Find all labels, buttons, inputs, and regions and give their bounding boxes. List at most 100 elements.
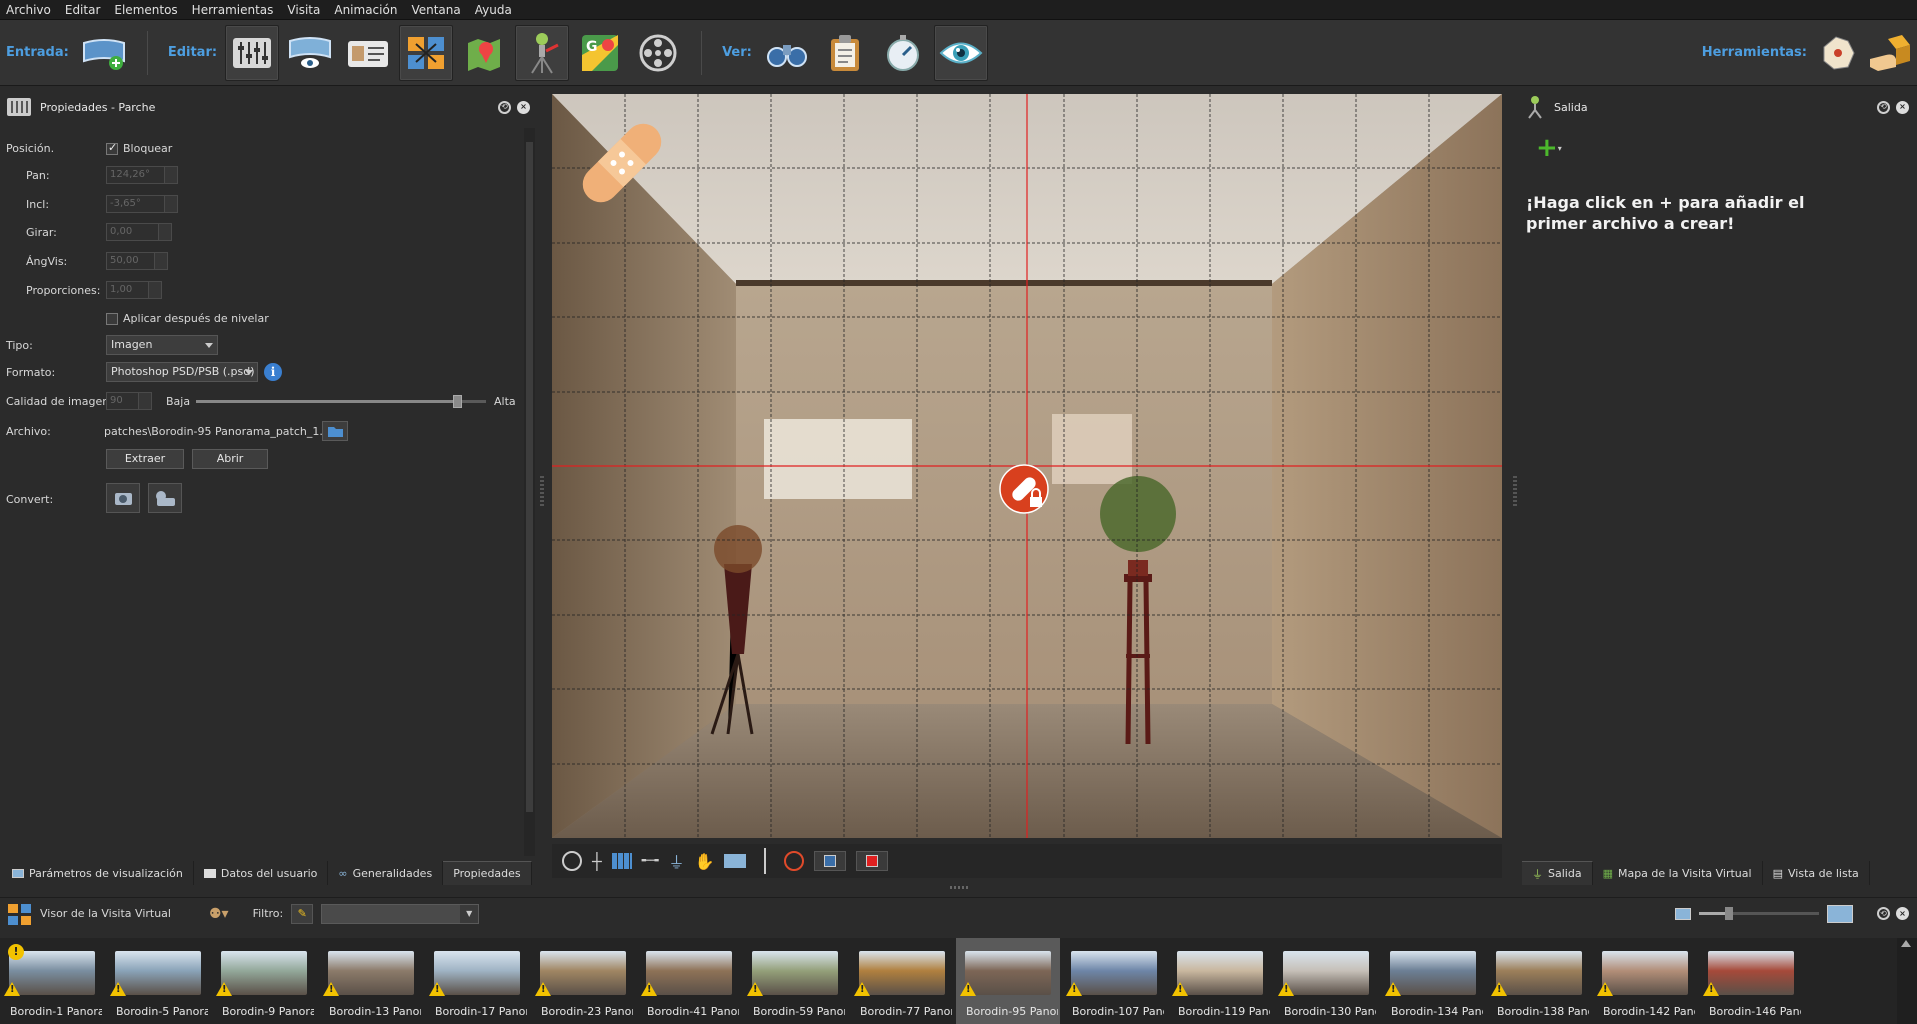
patch-tool-button[interactable]: [515, 24, 570, 81]
thumb-size-slider[interactable]: [1699, 907, 1819, 920]
aplicar-checkbox[interactable]: Aplicar después de nivelar: [106, 312, 269, 325]
panorama-thumbnail[interactable]: Borodin-130 Pano...: [1274, 938, 1378, 1024]
abrir-button[interactable]: Abrir: [192, 449, 268, 469]
thumbnail-scrollbar[interactable]: [1897, 938, 1917, 1024]
warning-icon: [747, 982, 763, 996]
tools-map-button[interactable]: [1815, 25, 1861, 81]
tools-hand-button[interactable]: [1865, 25, 1915, 81]
browse-file-button[interactable]: [322, 421, 348, 441]
google-maps-button[interactable]: G: [573, 25, 627, 81]
tab-datos-usuario[interactable]: Datos del usuario: [194, 861, 329, 885]
convert-video-button[interactable]: [148, 483, 182, 513]
right-splitter[interactable]: [1513, 476, 1517, 506]
calidad-slider[interactable]: [196, 395, 486, 408]
float-panel-icon[interactable]: ⟲: [498, 100, 511, 114]
scrollbar-thumb[interactable]: [526, 142, 533, 812]
locked-patch-marker-icon[interactable]: [999, 464, 1049, 514]
tripod-tool-icon[interactable]: ⏚: [669, 849, 685, 873]
menu-ayuda[interactable]: Ayuda: [475, 3, 512, 17]
preview-button[interactable]: [933, 24, 988, 81]
animation-button[interactable]: [631, 25, 685, 81]
level-tool-icon[interactable]: ╾╼: [642, 853, 659, 869]
menu-animacion[interactable]: Animación: [334, 3, 397, 17]
pan-field[interactable]: 124,26°: [106, 166, 178, 184]
menu-ventana[interactable]: Ventana: [411, 3, 460, 17]
tab-salida[interactable]: ⏚ Salida: [1522, 861, 1593, 885]
properties-button[interactable]: [225, 24, 280, 81]
panorama-thumbnail[interactable]: Borodin-107 Pano...: [1062, 938, 1166, 1024]
user-data-button[interactable]: [341, 25, 395, 81]
girar-field[interactable]: 0,00: [106, 223, 172, 241]
tab-mapa-visita[interactable]: ▦ Mapa de la Visita Virtual: [1593, 861, 1763, 885]
panorama-thumbnail[interactable]: Borodin-9 Panora...: [212, 938, 316, 1024]
tour-map-button[interactable]: [399, 24, 454, 81]
user-filter-icon[interactable]: ⚉▾: [209, 906, 229, 922]
menu-herramientas[interactable]: Herramientas: [192, 3, 274, 17]
panorama-thumbnail[interactable]: Borodin-142 Pano...: [1593, 938, 1697, 1024]
float-panel-icon[interactable]: ⟲: [1877, 907, 1890, 920]
thumb-size-handle[interactable]: [1725, 907, 1733, 920]
panorama-thumbnail[interactable]: Borodin-134 Pano...: [1381, 938, 1485, 1024]
left-splitter[interactable]: [540, 476, 544, 506]
panorama-tool-icon[interactable]: [724, 854, 747, 868]
large-thumb-icon: [1827, 904, 1853, 923]
panorama-viewer[interactable]: [552, 94, 1502, 838]
panorama-thumbnail[interactable]: Borodin-138 Pano...: [1487, 938, 1591, 1024]
thumbnail-label: Borodin-119 Pano...: [1178, 1005, 1270, 1018]
float-panel-icon[interactable]: ⟲: [1877, 100, 1890, 114]
panorama-thumbnail[interactable]: Borodin-17 Panor...: [425, 938, 529, 1024]
close-panel-icon[interactable]: ×: [1896, 907, 1909, 920]
panorama-thumbnail[interactable]: Borodin-13 Panor...: [319, 938, 423, 1024]
panorama-thumbnail[interactable]: Borodin-95 Panor...: [956, 938, 1060, 1024]
properties-scrollbar[interactable]: [524, 128, 535, 856]
filter-select[interactable]: ▼: [321, 903, 480, 924]
tab-parametros[interactable]: Parámetros de visualización: [2, 861, 194, 885]
hand-tool-icon[interactable]: ✋: [695, 852, 715, 871]
thumbnail-image: [1496, 951, 1582, 995]
tab-propiedades[interactable]: Propiedades: [443, 861, 532, 885]
map-location-button[interactable]: [457, 25, 511, 81]
proporciones-field[interactable]: 1,00: [106, 281, 162, 299]
close-panel-icon[interactable]: ×: [1896, 100, 1909, 114]
target-tool-icon[interactable]: [784, 851, 805, 871]
panorama-thumbnail[interactable]: Borodin-59 Panor...: [743, 938, 847, 1024]
tipo-select[interactable]: Imagen: [106, 335, 218, 355]
warning-icon: [1491, 982, 1507, 996]
panorama-thumbnail[interactable]: Borodin-5 Panora...: [106, 938, 210, 1024]
tab-generalidades[interactable]: ∞ Generalidades: [328, 861, 444, 885]
crosshair-color-button[interactable]: [856, 851, 889, 871]
incl-field[interactable]: -3,65°: [106, 195, 178, 213]
grid-color-button[interactable]: [814, 851, 847, 871]
menu-editar[interactable]: Editar: [65, 3, 101, 17]
bottom-splitter[interactable]: [950, 886, 968, 889]
angvis-field[interactable]: 50,00: [106, 252, 168, 270]
calidad-field[interactable]: 90: [106, 392, 152, 410]
info-icon[interactable]: i: [264, 363, 282, 381]
panorama-thumbnail[interactable]: Borodin-119 Pano...: [1168, 938, 1272, 1024]
filter-tag-icon[interactable]: ✎: [291, 903, 314, 924]
convert-camera-button[interactable]: [106, 483, 140, 513]
compass-icon[interactable]: [562, 851, 582, 871]
binoculars-button[interactable]: [760, 25, 814, 81]
extraer-button[interactable]: Extraer: [106, 449, 184, 469]
clipboard-button[interactable]: [818, 25, 872, 81]
add-panorama-button[interactable]: [77, 25, 131, 81]
crosshair-tool-icon[interactable]: ┼: [592, 852, 602, 871]
scroll-up-icon[interactable]: [1901, 940, 1911, 947]
calidad-slider-handle[interactable]: [453, 395, 462, 408]
panorama-view-button[interactable]: [283, 25, 337, 81]
panorama-thumbnail[interactable]: Borodin-41 Panor...: [637, 938, 741, 1024]
panorama-thumbnail[interactable]: Borodin-23 Panor...: [531, 938, 635, 1024]
speed-button[interactable]: [876, 25, 930, 81]
tab-vista-lista[interactable]: ▤ Vista de lista: [1763, 861, 1870, 885]
panorama-thumbnail[interactable]: Borodin-77 Panor...: [850, 938, 954, 1024]
menu-visita[interactable]: Visita: [287, 3, 320, 17]
menu-archivo[interactable]: Archivo: [6, 3, 51, 17]
panorama-thumbnail[interactable]: Borodin-146 Pano...: [1699, 938, 1803, 1024]
grid-tool-icon[interactable]: [611, 853, 632, 869]
add-output-button[interactable]: + ▾: [1536, 135, 1562, 161]
formato-select[interactable]: Photoshop PSD/PSB (.psd): [106, 362, 258, 382]
close-panel-icon[interactable]: ×: [517, 100, 530, 114]
menu-elementos[interactable]: Elementos: [114, 3, 177, 17]
bloquear-checkbox[interactable]: Bloquear: [106, 141, 172, 155]
